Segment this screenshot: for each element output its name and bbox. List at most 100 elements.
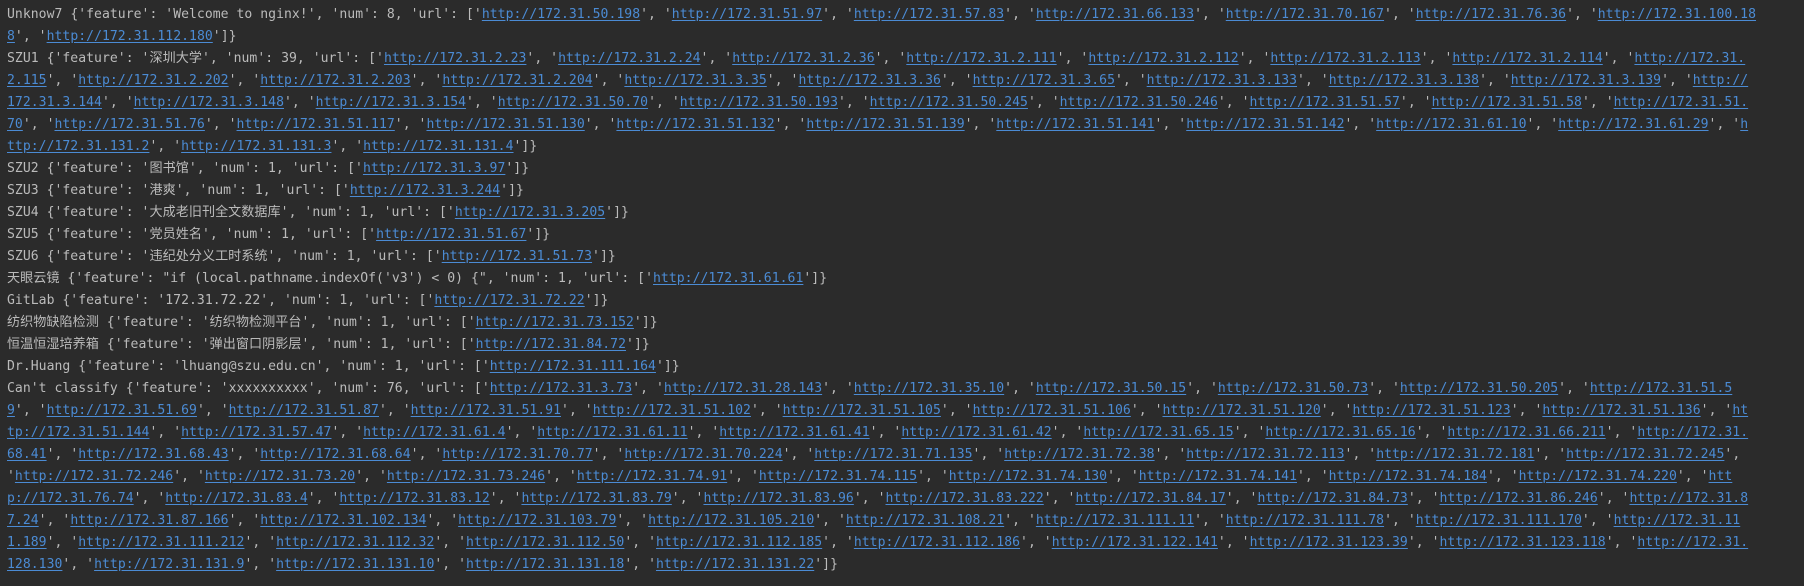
url-link[interactable]: http://172.31.74.115 bbox=[759, 469, 917, 484]
url-link[interactable]: http://172.31.68.64 bbox=[260, 447, 410, 462]
url-link[interactable]: http://172.31.66.211 bbox=[1447, 425, 1605, 440]
url-link[interactable]: http://172.31.51.69 bbox=[47, 403, 197, 418]
url-link[interactable]: http://172.31.51.91 bbox=[411, 403, 561, 418]
url-link[interactable]: http://172.31.112.186 bbox=[854, 535, 1020, 550]
url-link[interactable]: http://172.31.3.35 bbox=[624, 73, 766, 88]
url-link[interactable]: http://172.31.72.181 bbox=[1376, 447, 1534, 462]
url-link[interactable]: http://172.31.57.83 bbox=[854, 7, 1004, 22]
url-link[interactable]: http://172.31.84.17 bbox=[1075, 491, 1225, 506]
url-link[interactable]: http://172.31.65.15 bbox=[1083, 425, 1233, 440]
url-link[interactable]: http://172.31.102.134 bbox=[260, 513, 426, 528]
url-link[interactable]: http://172.31.73.20 bbox=[205, 469, 355, 484]
url-link[interactable]: http://172.31.72.113 bbox=[1186, 447, 1344, 462]
url-link[interactable]: http://172.31.131.9 bbox=[94, 557, 244, 572]
url-link[interactable]: http://172.31.111.78 bbox=[1226, 513, 1384, 528]
url-link[interactable]: http://172.31.51.142 bbox=[1186, 117, 1344, 132]
url-link[interactable]: http://172.31.70.167 bbox=[1226, 7, 1384, 22]
url-link[interactable]: http://172.31.61.61 bbox=[653, 271, 803, 286]
url-link[interactable]: http://172.31.83.222 bbox=[886, 491, 1044, 506]
url-link[interactable]: http://172.31.50.15 bbox=[1036, 381, 1186, 396]
url-link[interactable]: http://172.31.2.36 bbox=[732, 51, 874, 66]
url-link[interactable]: http://172.31.28.143 bbox=[664, 381, 822, 396]
url-link[interactable]: http://172.31.3.97 bbox=[363, 161, 505, 176]
url-link[interactable]: http://172.31.83.12 bbox=[339, 491, 489, 506]
url-link[interactable]: http://172.31.50.246 bbox=[1060, 95, 1218, 110]
url-link[interactable]: http://172.31.35.10 bbox=[854, 381, 1004, 396]
url-link[interactable]: http://172.31.73.246 bbox=[387, 469, 545, 484]
url-link[interactable]: http://172.31.51.76 bbox=[55, 117, 205, 132]
url-link[interactable]: http://172.31.111.212 bbox=[78, 535, 244, 550]
url-link[interactable]: http://172.31.51.117 bbox=[237, 117, 395, 132]
url-link[interactable]: http://172.31.3.73 bbox=[490, 381, 632, 396]
url-link[interactable]: http://172.31.50.193 bbox=[680, 95, 838, 110]
url-link[interactable]: http://172.31.66.133 bbox=[1036, 7, 1194, 22]
url-link[interactable]: http://172.31.83.96 bbox=[703, 491, 853, 506]
url-link[interactable]: http://172.31.50.245 bbox=[870, 95, 1028, 110]
url-link[interactable]: http://172.31.3.139 bbox=[1511, 73, 1661, 88]
url-link[interactable]: http://172.31.50.205 bbox=[1400, 381, 1558, 396]
url-link[interactable]: http://172.31.74.220 bbox=[1519, 469, 1677, 484]
url-link[interactable]: http://172.31.72.245 bbox=[1566, 447, 1724, 462]
url-link[interactable]: http://172.31.111.164 bbox=[490, 359, 656, 374]
url-link[interactable]: http://172.31.76.36 bbox=[1416, 7, 1566, 22]
url-link[interactable]: http://172.31.68.43 bbox=[78, 447, 228, 462]
url-link[interactable]: http://172.31.2.204 bbox=[442, 73, 592, 88]
url-link[interactable]: http://172.31.51.106 bbox=[973, 403, 1131, 418]
url-link[interactable]: http://172.31.2.202 bbox=[78, 73, 228, 88]
url-link[interactable]: http://172.31.131.3 bbox=[181, 139, 331, 154]
url-link[interactable]: http://172.31.84.73 bbox=[1257, 491, 1407, 506]
url-link[interactable]: http://172.31.57.47 bbox=[181, 425, 331, 440]
url-link[interactable]: http://172.31.51.141 bbox=[996, 117, 1154, 132]
url-link[interactable]: http://172.31.51.73 bbox=[442, 249, 592, 264]
url-link[interactable]: http://172.31.3.205 bbox=[455, 205, 605, 220]
url-link[interactable]: http://172.31.105.210 bbox=[648, 513, 814, 528]
url-link[interactable]: http://172.31.112.185 bbox=[656, 535, 822, 550]
url-link[interactable]: http://172.31.83.4 bbox=[165, 491, 307, 506]
url-link[interactable]: http://172.31.51.58 bbox=[1432, 95, 1582, 110]
url-link[interactable]: http://172.31.74.130 bbox=[949, 469, 1107, 484]
url-link[interactable]: http://172.31.112.50 bbox=[466, 535, 624, 550]
url-link[interactable]: http://172.31.131.4 bbox=[363, 139, 513, 154]
url-link[interactable]: http://172.31.72.22 bbox=[434, 293, 584, 308]
url-link[interactable]: http://172.31.51.57 bbox=[1250, 95, 1400, 110]
url-link[interactable]: http://172.31.50.70 bbox=[498, 95, 648, 110]
url-link[interactable]: http://172.31.87.166 bbox=[70, 513, 228, 528]
url-link[interactable]: http://172.31.61.11 bbox=[537, 425, 687, 440]
url-link[interactable]: http://172.31.131.10 bbox=[276, 557, 434, 572]
url-link[interactable]: http://172.31.2.23 bbox=[384, 51, 526, 66]
url-link[interactable]: http://172.31.61.10 bbox=[1376, 117, 1526, 132]
url-link[interactable]: http://172.31.83.79 bbox=[521, 491, 671, 506]
url-link[interactable]: http://172.31.111.170 bbox=[1416, 513, 1582, 528]
url-link[interactable]: http://172.31.112.32 bbox=[276, 535, 434, 550]
url-link[interactable]: http://172.31.2.203 bbox=[260, 73, 410, 88]
url-link[interactable]: http://172.31.123.39 bbox=[1250, 535, 1408, 550]
url-link[interactable]: http://172.31.51.139 bbox=[806, 117, 964, 132]
url-link[interactable]: http://172.31.74.91 bbox=[577, 469, 727, 484]
url-link[interactable]: http://172.31.123.118 bbox=[1440, 535, 1606, 550]
url-link[interactable]: http://172.31.51.120 bbox=[1163, 403, 1321, 418]
url-link[interactable]: http://172.31.50.198 bbox=[482, 7, 640, 22]
url-link[interactable]: http://172.31.2.111 bbox=[906, 51, 1056, 66]
url-link[interactable]: http://172.31.131.18 bbox=[466, 557, 624, 572]
url-link[interactable]: http://172.31.51.123 bbox=[1352, 403, 1510, 418]
url-link[interactable]: http://172.31.73.152 bbox=[476, 315, 634, 330]
url-link[interactable]: http://172.31.86.246 bbox=[1440, 491, 1598, 506]
url-link[interactable]: http://172.31.3.133 bbox=[1147, 73, 1297, 88]
url-link[interactable]: http://172.31.71.135 bbox=[814, 447, 972, 462]
url-link[interactable]: http://172.31.3.138 bbox=[1329, 73, 1479, 88]
url-link[interactable]: http://172.31.70.224 bbox=[624, 447, 782, 462]
url-link[interactable]: http://172.31.61.4 bbox=[363, 425, 505, 440]
url-link[interactable]: http://172.31.3.154 bbox=[316, 95, 466, 110]
url-link[interactable]: http://172.31.72.38 bbox=[1004, 447, 1154, 462]
url-link[interactable]: http://172.31.2.24 bbox=[558, 51, 700, 66]
url-link[interactable]: http://172.31.65.16 bbox=[1265, 425, 1415, 440]
url-link[interactable]: http://172.31.112.180 bbox=[47, 29, 213, 44]
url-link[interactable]: http://172.31.3.148 bbox=[134, 95, 284, 110]
url-link[interactable]: http://172.31.51.132 bbox=[616, 117, 774, 132]
url-link[interactable]: http://172.31.51.105 bbox=[783, 403, 941, 418]
url-link[interactable]: http://172.31.72.246 bbox=[15, 469, 173, 484]
url-link[interactable]: http://172.31.51.130 bbox=[426, 117, 584, 132]
url-link[interactable]: http://172.31.61.41 bbox=[719, 425, 869, 440]
url-link[interactable]: http://172.31.131.22 bbox=[656, 557, 814, 572]
url-link[interactable]: http://172.31.103.79 bbox=[458, 513, 616, 528]
